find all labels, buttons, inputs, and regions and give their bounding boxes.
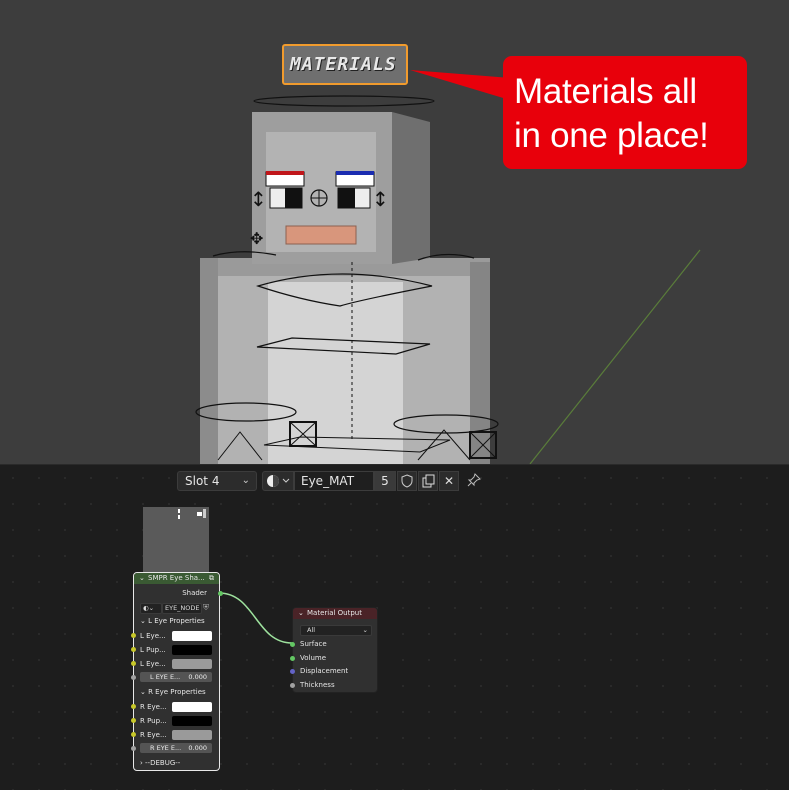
r-eye-panel-title: R Eye Properties — [148, 688, 206, 696]
copy-icon — [422, 474, 435, 488]
shader-output-socket[interactable] — [218, 591, 223, 596]
l-eye-panel-title: L Eye Properties — [148, 617, 205, 625]
preview-thumbnail — [178, 509, 206, 519]
row-label: L Eye... — [140, 632, 166, 640]
material-browse-button[interactable] — [262, 471, 294, 491]
group-node-header[interactable]: ⌄ SMPR Eye Sha... ⧉ — [134, 573, 219, 584]
close-icon: ✕ — [443, 474, 455, 488]
shader-output-label: Shader — [182, 589, 207, 597]
color-swatch-gray[interactable] — [172, 730, 212, 740]
material-sphere-icon: ◐⌄ — [143, 604, 155, 612]
shield-icon — [401, 474, 413, 488]
callout-line-1: Materials all — [514, 72, 697, 111]
input-socket[interactable] — [131, 675, 136, 680]
volume-input-row: Volume — [293, 652, 384, 664]
l-eye-value-field[interactable]: L EYE E... 0.000 — [140, 672, 212, 682]
pin-button[interactable] — [466, 472, 482, 488]
callout-line-2: in one place! — [514, 116, 709, 155]
surface-input-row: Surface — [293, 638, 384, 650]
group-node-title: SMPR Eye Sha... — [148, 574, 205, 582]
unlink-material-button[interactable]: ✕ — [439, 471, 459, 491]
svg-text:✥: ✥ — [250, 229, 263, 248]
collapse-icon[interactable]: ⌄ — [139, 573, 145, 584]
r-eye-panel-header[interactable]: ⌄ R Eye Properties — [134, 686, 225, 698]
row-label: R Eye... — [140, 703, 167, 711]
shield-icon[interactable]: ⛨ — [203, 603, 209, 613]
chevron-down-icon: ⌄ — [140, 688, 149, 696]
shader-editor[interactable] — [0, 464, 789, 790]
duplicate-material-button[interactable] — [418, 471, 438, 491]
node-tree-browse[interactable]: ◐⌄ — [140, 603, 162, 614]
row-label: L Eye... — [140, 660, 166, 668]
input-socket[interactable] — [131, 746, 136, 751]
chevron-down-icon: ⌄ — [362, 626, 368, 634]
3d-viewport[interactable]: ↕ ↕ ✥ MATERIALS Materials all in one pla… — [0, 0, 789, 464]
debug-panel-header[interactable]: › --DEBUG-- — [134, 757, 225, 769]
r-eye-value-field[interactable]: R EYE E... 0.000 — [140, 743, 212, 753]
material-name-field[interactable]: Eye_MAT — [294, 471, 374, 491]
output-target-dropdown[interactable]: All ⌄ — [300, 625, 372, 636]
output-node-title: Material Output — [307, 609, 362, 617]
color-swatch-white[interactable] — [172, 631, 212, 641]
slot-label: Slot 4 — [185, 474, 220, 488]
svg-text:↕: ↕ — [372, 187, 389, 211]
svg-text:↕: ↕ — [250, 187, 267, 211]
l-eye-panel-header[interactable]: ⌄ L Eye Properties — [134, 615, 225, 627]
callout-box: Materials all in one place! — [503, 56, 747, 169]
color-swatch-white[interactable] — [172, 702, 212, 712]
eye-shader-group-node[interactable]: ⌄ SMPR Eye Sha... ⧉ Shader ◐⌄ EYE_NODE ⛨… — [131, 572, 223, 771]
material-slot-dropdown[interactable]: Slot 4 ⌄ — [177, 471, 257, 491]
node-preview-image — [143, 507, 209, 573]
materials-label-text: MATERIALS — [290, 54, 397, 75]
output-target-label: All — [307, 626, 316, 634]
row-label: R Eye... — [140, 731, 167, 739]
materials-label-plate: MATERIALS — [282, 44, 408, 85]
output-node-header[interactable]: ⌄ Material Output — [293, 608, 377, 619]
material-sphere-icon — [267, 475, 290, 487]
color-swatch-black[interactable] — [172, 645, 212, 655]
collapse-icon[interactable]: ⌄ — [298, 608, 304, 619]
shader-output-row: Shader — [134, 587, 219, 599]
row-label: R Pup... — [140, 717, 167, 725]
material-users-count[interactable]: 5 — [374, 471, 396, 491]
value-number: 0.000 — [188, 673, 207, 681]
value-number: 0.000 — [188, 744, 207, 752]
chevron-down-icon: ⌄ — [140, 617, 149, 625]
value-label: R EYE E... — [150, 744, 182, 752]
material-output-node[interactable]: ⌄ Material Output All ⌄ Surface Volume D… — [290, 607, 378, 693]
pin-icon — [467, 473, 481, 487]
color-swatch-black[interactable] — [172, 716, 212, 726]
input-label: Volume — [300, 654, 327, 662]
node-group-icon: ⧉ — [209, 574, 214, 582]
input-label: Surface — [300, 640, 327, 648]
thickness-input-row: Thickness — [293, 679, 384, 691]
fake-user-button[interactable] — [397, 471, 417, 491]
chevron-down-icon: ⌄ — [241, 475, 250, 486]
node-tree-name[interactable]: EYE_NODE — [162, 603, 202, 614]
input-label: Displacement — [300, 667, 349, 675]
row-label: L Pup... — [140, 646, 166, 654]
value-label: L EYE E... — [150, 673, 181, 681]
debug-panel-title: --DEBUG-- — [145, 759, 181, 767]
displacement-input-row: Displacement — [293, 665, 384, 677]
color-swatch-gray[interactable] — [172, 659, 212, 669]
input-label: Thickness — [300, 681, 335, 689]
